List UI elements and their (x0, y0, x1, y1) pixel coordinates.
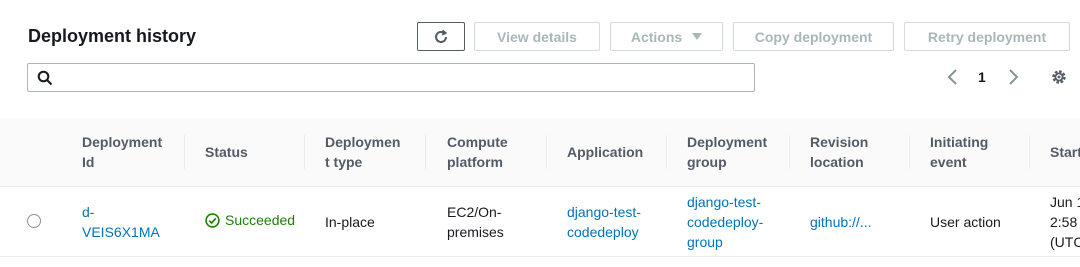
revision-location-link[interactable]: github://... (810, 212, 871, 232)
cell-text: premises (447, 224, 504, 240)
cell-text: (UTC (1050, 234, 1080, 250)
column-header-text: event (930, 154, 967, 170)
column-header-status[interactable]: Status (205, 142, 248, 162)
column-header-text: Deploymen (325, 134, 401, 150)
column-header-text: Start (1050, 144, 1080, 160)
cell-text: group (687, 234, 723, 250)
column-header-deployment-id[interactable]: Deployment Id (82, 132, 162, 172)
search-field[interactable] (27, 63, 755, 92)
view-details-button[interactable]: View details (474, 22, 600, 51)
success-check-icon (205, 212, 220, 228)
column-header-text: group (687, 154, 727, 170)
column-header-initiating-event[interactable]: Initiating event (930, 132, 988, 172)
deployment-type-cell: In-place (325, 214, 375, 230)
column-divider (184, 135, 185, 169)
copy-deployment-button[interactable]: Copy deployment (733, 22, 894, 51)
refresh-icon (435, 29, 448, 43)
column-header-text: Id (82, 154, 95, 170)
deployment-history-panel: Deployment history View details Actions … (0, 0, 1080, 267)
cell-text: django-test- (687, 194, 761, 210)
column-header-text: Status (205, 144, 248, 160)
deployment-group-link[interactable]: django-test- codedeploy- group (687, 192, 763, 252)
column-divider (546, 135, 547, 169)
column-header-revision-location[interactable]: Revision location (810, 132, 868, 172)
actions-label: Actions (630, 28, 683, 45)
column-divider (304, 135, 305, 169)
cell-text: codedeploy- (687, 214, 764, 230)
column-divider (666, 135, 667, 169)
column-header-text: Application (567, 144, 644, 160)
column-header-text: location (810, 154, 864, 170)
cell-text: d- (82, 204, 95, 220)
column-divider (1029, 135, 1030, 169)
column-divider (909, 135, 910, 169)
cell-text: Jun 1 (1050, 194, 1080, 210)
column-header-text: Initiating (930, 134, 989, 150)
caret-down-icon (692, 33, 703, 40)
cell-text: django-test- (567, 204, 641, 220)
column-header-text: Compute (447, 134, 508, 150)
search-input[interactable] (60, 68, 744, 90)
cell-text: EC2/On- (447, 204, 502, 220)
previous-page-icon[interactable] (946, 68, 960, 86)
column-header-text: Deployment (82, 134, 163, 150)
page-title: Deployment history (28, 26, 197, 46)
refresh-button[interactable] (417, 22, 465, 51)
application-link[interactable]: django-test- codedeploy (567, 202, 641, 242)
column-header-start-time[interactable]: Start (1050, 142, 1080, 162)
row-select-radio[interactable] (27, 214, 41, 228)
status-badge: Succeeded (205, 212, 295, 228)
column-header-application[interactable]: Application (567, 142, 643, 162)
retry-deployment-button[interactable]: Retry deployment (904, 22, 1070, 51)
column-header-compute-platform[interactable]: Compute platform (447, 132, 508, 172)
divider (0, 186, 1080, 187)
divider (0, 256, 1080, 257)
compute-platform-cell: EC2/On- premises (447, 202, 504, 242)
actions-dropdown-button[interactable]: Actions (610, 22, 723, 51)
start-time-cell: Jun 1 2:58 (UTC (1050, 192, 1080, 252)
column-divider (425, 135, 426, 169)
column-header-text: platform (447, 154, 503, 170)
column-header-text: Revision (810, 134, 869, 150)
column-header-deployment-group[interactable]: Deployment group (687, 132, 767, 172)
cell-text: 2:58 (1050, 214, 1078, 230)
column-header-text: Deployment (687, 134, 768, 150)
gear-icon[interactable] (1050, 68, 1068, 86)
next-page-icon[interactable] (1006, 68, 1020, 86)
initiating-event-cell: User action (930, 214, 1001, 230)
cell-text: codedeploy (567, 224, 639, 240)
column-header-text: t type (325, 154, 363, 170)
deployment-id-link[interactable]: d- VEIS6X1MA (82, 202, 160, 242)
current-page-number[interactable]: 1 (978, 69, 986, 85)
cell-text: VEIS6X1MA (82, 224, 160, 240)
status-text: Succeeded (225, 212, 296, 228)
search-icon (37, 70, 53, 86)
column-header-deployment-type[interactable]: Deploymen t type (325, 132, 400, 172)
column-divider (789, 135, 790, 169)
